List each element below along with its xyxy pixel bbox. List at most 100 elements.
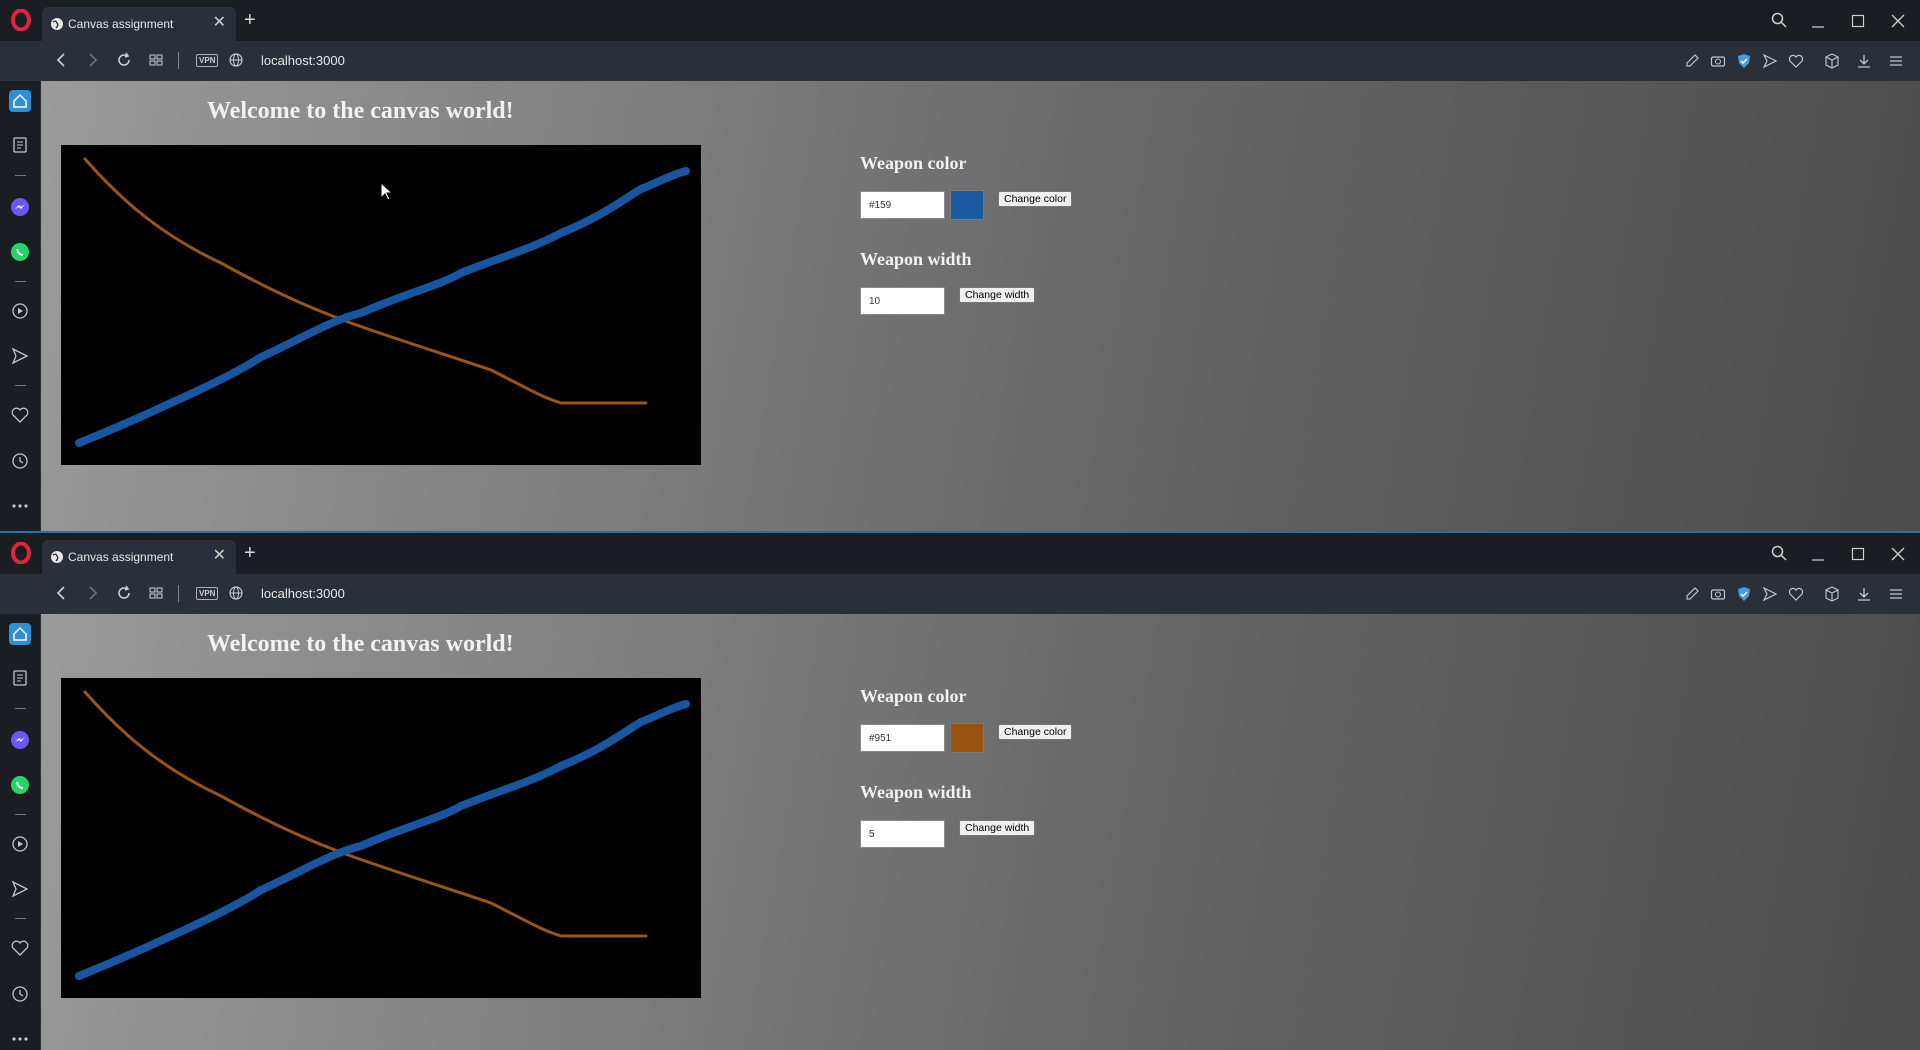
home-icon[interactable]	[9, 90, 31, 112]
close-window-icon[interactable]	[1891, 14, 1905, 28]
forward-icon[interactable]	[86, 585, 100, 601]
change-color-button[interactable]: Change color	[998, 191, 1073, 207]
weapon-color-title: Weapon color	[860, 686, 967, 706]
tab-title: Canvas assignment	[68, 550, 174, 564]
download-icon[interactable]	[1856, 53, 1872, 69]
browser-window-bottom: Canvas assignment ✕ + VPN localhost:3000	[0, 533, 1920, 1050]
width-input[interactable]	[860, 287, 945, 315]
send-sidebar-icon[interactable]	[9, 878, 31, 900]
globe-icon	[51, 551, 63, 563]
change-width-button[interactable]: Change width	[959, 287, 1036, 303]
back-icon[interactable]	[54, 52, 68, 68]
shield-icon[interactable]	[1736, 586, 1752, 602]
orange-stroke	[83, 157, 648, 405]
search-icon[interactable]	[1771, 12, 1787, 28]
address-divider	[178, 52, 179, 69]
page-heading: Welcome to the canvas world!	[207, 631, 514, 657]
page-heading: Welcome to the canvas world!	[207, 98, 514, 124]
vpn-badge[interactable]: VPN	[196, 54, 219, 67]
minimize-icon[interactable]	[1811, 14, 1825, 28]
notes-icon[interactable]	[9, 134, 31, 156]
send-icon[interactable]	[1762, 586, 1778, 602]
opera-logo-icon[interactable]	[10, 542, 32, 564]
easy-setup-icon[interactable]	[1888, 53, 1904, 69]
search-icon[interactable]	[1771, 545, 1787, 561]
heart-icon[interactable]	[1788, 586, 1804, 602]
back-icon[interactable]	[54, 585, 68, 601]
page-content: Welcome to the canvas world! Weapon colo…	[41, 614, 1920, 1050]
weapon-width-title: Weapon width	[860, 782, 972, 802]
more-icon[interactable]	[9, 495, 31, 517]
color-swatch[interactable]	[950, 723, 984, 753]
change-width-button[interactable]: Change width	[959, 820, 1036, 836]
bookmarks-icon[interactable]	[9, 937, 31, 959]
browser-window-top: Canvas assignment ✕ + VPN localhost:3000	[0, 0, 1920, 532]
home-icon[interactable]	[9, 623, 31, 645]
camera-icon[interactable]	[1710, 53, 1726, 69]
more-icon[interactable]	[9, 1028, 31, 1050]
messenger-icon[interactable]	[9, 729, 31, 751]
color-swatch[interactable]	[950, 190, 984, 220]
close-tab-icon[interactable]: ✕	[213, 15, 226, 31]
color-input[interactable]	[860, 724, 945, 752]
camera-icon[interactable]	[1710, 586, 1726, 602]
shield-icon[interactable]	[1736, 53, 1752, 69]
history-icon[interactable]	[9, 983, 31, 1005]
download-icon[interactable]	[1856, 586, 1872, 602]
edit-icon[interactable]	[1684, 586, 1700, 602]
orange-stroke	[83, 690, 648, 938]
send-sidebar-icon[interactable]	[9, 345, 31, 367]
tab-bar: Canvas assignment ✕ +	[0, 0, 1920, 41]
new-tab-icon[interactable]: +	[244, 543, 256, 563]
address-bar: VPN localhost:3000	[0, 574, 1920, 615]
close-tab-icon[interactable]: ✕	[213, 548, 226, 564]
reload-icon[interactable]	[116, 52, 132, 68]
tab-canvas-assignment[interactable]: Canvas assignment ✕	[42, 540, 236, 574]
sidebar	[0, 614, 41, 1050]
vpn-badge[interactable]: VPN	[196, 587, 219, 600]
new-tab-icon[interactable]: +	[244, 10, 256, 30]
whatsapp-icon[interactable]	[9, 241, 31, 263]
site-info-icon[interactable]	[229, 586, 243, 600]
tab-title: Canvas assignment	[68, 17, 174, 31]
address-divider	[178, 585, 179, 602]
change-color-button[interactable]: Change color	[998, 724, 1073, 740]
minimize-icon[interactable]	[1811, 547, 1825, 561]
player-icon[interactable]	[9, 833, 31, 855]
sidebar	[0, 81, 41, 532]
tab-grid-icon[interactable]	[148, 585, 164, 601]
whatsapp-icon[interactable]	[9, 774, 31, 796]
notes-icon[interactable]	[9, 667, 31, 689]
heart-icon[interactable]	[1788, 53, 1804, 69]
address-bar: VPN localhost:3000	[0, 41, 1920, 82]
globe-icon	[51, 18, 63, 30]
tab-canvas-assignment[interactable]: Canvas assignment ✕	[42, 7, 236, 41]
close-window-icon[interactable]	[1891, 547, 1905, 561]
site-info-icon[interactable]	[229, 53, 243, 67]
url-field[interactable]: localhost:3000	[261, 53, 345, 68]
messenger-icon[interactable]	[9, 196, 31, 218]
forward-icon[interactable]	[86, 52, 100, 68]
reload-icon[interactable]	[116, 585, 132, 601]
weapon-width-title: Weapon width	[860, 249, 972, 269]
maximize-icon[interactable]	[1851, 547, 1865, 561]
drawing-canvas[interactable]	[61, 678, 701, 998]
page-content: Welcome to the canvas world! Weapon colo…	[41, 81, 1920, 532]
cube-icon[interactable]	[1824, 586, 1840, 602]
canvas-drawing[interactable]	[61, 678, 701, 998]
edit-icon[interactable]	[1684, 53, 1700, 69]
bookmarks-icon[interactable]	[9, 404, 31, 426]
weapon-color-title: Weapon color	[860, 153, 967, 173]
maximize-icon[interactable]	[1851, 14, 1865, 28]
send-icon[interactable]	[1762, 53, 1778, 69]
color-input[interactable]	[860, 191, 945, 219]
width-input[interactable]	[860, 820, 945, 848]
player-icon[interactable]	[9, 300, 31, 322]
tab-grid-icon[interactable]	[148, 52, 164, 68]
mouse-cursor-icon	[380, 182, 394, 201]
url-field[interactable]: localhost:3000	[261, 586, 345, 601]
cube-icon[interactable]	[1824, 53, 1840, 69]
easy-setup-icon[interactable]	[1888, 586, 1904, 602]
history-icon[interactable]	[9, 450, 31, 472]
opera-logo-icon[interactable]	[10, 9, 32, 31]
